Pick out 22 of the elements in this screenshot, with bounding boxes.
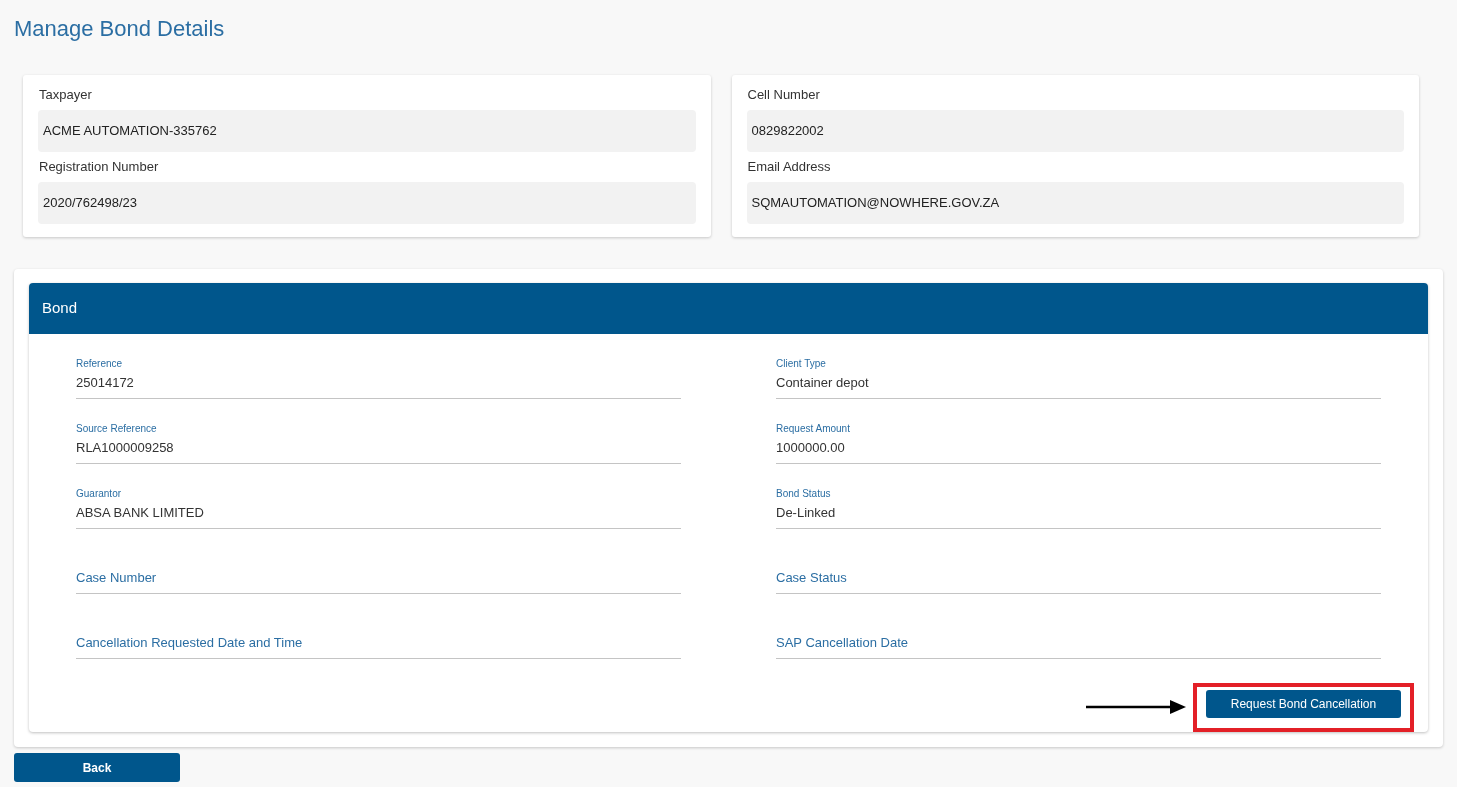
text-field[interactable]: Reference 25014172 [76, 345, 681, 399]
request-cancellation-button[interactable]: Request Bond Cancellation [1206, 689, 1401, 718]
readonly-field: 0829822002 [746, 110, 1404, 152]
text-field[interactable]: Request Amount 1000000.00 [776, 410, 1381, 464]
text-field[interactable]: Case Number [76, 540, 681, 594]
bond-header: Bond [29, 283, 1428, 334]
field-label: Registration Number [39, 158, 159, 176]
text-field[interactable]: Cancellation Requested Date and Time [76, 605, 681, 659]
text-field[interactable]: Guarantor ABSA BANK LIMITED [76, 475, 681, 529]
readonly-field: 2020/762498/23 [38, 182, 696, 224]
text-field[interactable]: Bond Status De-Linked [776, 475, 1381, 529]
field-label: Cell Number [747, 86, 820, 104]
field-label: Email Address [747, 158, 831, 176]
readonly-field: ACME AUTOMATION-335762 [38, 110, 696, 152]
text-field[interactable]: Source Reference RLA1000009258 [76, 410, 681, 464]
readonly-field: SQMAUTOMATION@NOWHERE.GOV.ZA [746, 182, 1404, 224]
text-field[interactable]: SAP Cancellation Date [776, 605, 1381, 659]
page-title: Manage Bond Details [14, 15, 225, 43]
text-field[interactable]: Client Type Container depot [776, 345, 1381, 399]
back-button[interactable]: Back [14, 753, 180, 782]
field-label: Taxpayer [39, 86, 92, 104]
text-field[interactable]: Case Status [776, 540, 1381, 594]
